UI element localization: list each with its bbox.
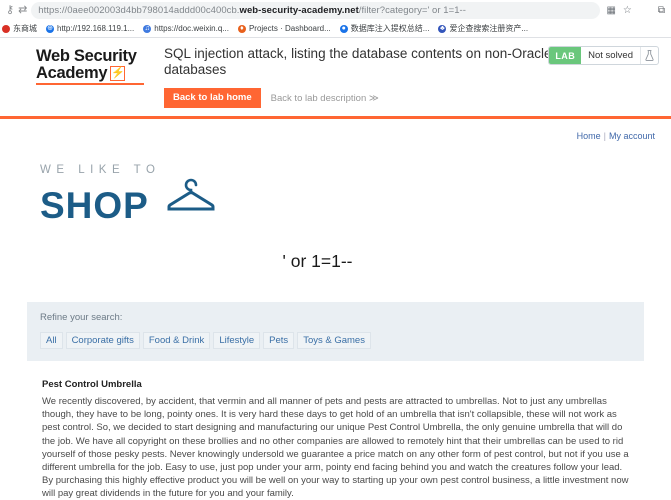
bookmark-label: https://doc.weixin.q... [154,24,229,33]
restore-window-icon[interactable]: ⧉ [658,5,665,16]
refine-search-label: Refine your search: [40,312,123,323]
url-suffix: /filter?category=' or 1=1-- [358,4,466,16]
bookmark-item[interactable]: ♫ https://doc.weixin.q... [143,24,229,33]
bookmark-favicon: ♫ [143,24,152,33]
url-prefix: https://0aee002003d4bb798014addd00c400cb… [38,4,240,16]
bookmark-label: http://192.168.119.1... [57,24,135,33]
bookmark-label: 数据库注入提权总结... [350,24,430,33]
flask-icon-svg [645,50,654,61]
logo-line-2: Academy [36,64,108,82]
home-link[interactable]: Home [577,131,601,141]
bookmark-item[interactable]: ♦ Projects · Dashboard... [237,24,331,33]
product-description: We recently discovered, by accident, tha… [42,396,629,500]
shop-page: Home | My account WE LIKE TO SHOP ' or 1=1… [0,119,671,500]
bookmark-label: 东商城 [13,24,37,33]
back-to-lab-home-button[interactable]: Back to lab home [164,88,261,108]
my-account-link[interactable]: My account [609,131,655,141]
bookmark-favicon: ● [339,24,348,33]
filter-link-corporate-gifts[interactable]: Corporate gifts [65,332,140,349]
web-security-academy-logo[interactable]: Web Security Academy ⚡ [10,44,150,85]
logo-line-1: Web Security [36,47,137,65]
swap-arrows-icon[interactable]: ⇄ [18,4,27,16]
lab-actions: Back to lab home Back to lab description… [164,88,661,108]
bookmark-favicon [2,24,10,33]
filter-link-pets[interactable]: Pets [263,332,295,349]
filter-list: All Corporate gifts Food & Drink Lifesty… [40,332,631,349]
lab-title: SQL injection attack, listing the databa… [164,46,552,77]
url-host: web-security-academy.net [239,4,359,16]
clothes-hanger-icon [161,177,221,222]
bookmark-item[interactable]: ⊕ http://192.168.119.1... [46,24,134,33]
refine-search-panel: Refine your search: All Corporate gifts … [27,302,644,361]
star-icon[interactable]: ☆ [623,5,632,16]
bookmarks-bar: 东商城 ⊕ http://192.168.119.1... ♫ https://… [0,20,671,37]
bookmark-favicon: ♣ [438,24,447,33]
filter-link-lifestyle[interactable]: Lifestyle [213,332,261,349]
shop-logo-word: SHOP [40,185,149,226]
filter-link-toys-games[interactable]: Toys & Games [297,332,371,349]
browser-chrome: ⚷ ⇄ https://0aee002003d4bb798014addd00c4… [0,0,671,38]
filter-link-food-drink[interactable]: Food & Drink [142,332,211,349]
bookmark-item[interactable]: ♣ 爱企查搜索注册资产... [438,23,528,34]
lab-status-text: Not solved [588,50,633,61]
product-item: Pest Control Umbrella We recently discov… [42,379,629,500]
chevron-double-right-icon: ≫ [368,92,379,104]
bookmark-item[interactable]: 东商城 [2,23,37,34]
lab-status-widget[interactable]: LAB Not solved [548,46,659,65]
bookmark-favicon: ⊕ [46,24,54,33]
url-input[interactable]: https://0aee002003d4bb798014addd00c400cb… [31,1,601,19]
flask-icon[interactable] [640,47,658,64]
lightning-bolt-icon: ⚡ [110,66,126,81]
bookmark-label: Projects · Dashboard... [248,24,331,33]
filter-link-all[interactable]: All [40,332,63,349]
shop-top-nav: Home | My account [4,119,667,141]
bookmark-favicon: ♦ [237,24,246,33]
lab-badge: LAB [549,47,582,64]
nav-separator: | [603,131,606,141]
back-to-lab-description-label: Back to lab description [270,92,367,104]
qr-code-icon[interactable]: ▦ [606,5,615,16]
bookmark-label: 爱企查搜索注册资产... [449,24,529,33]
lab-header: Web Security Academy ⚡ SQL injection att… [0,38,671,119]
product-name: Pest Control Umbrella [42,379,142,390]
toolbar-actions: ▦ ☆ [606,5,631,16]
bookmark-item[interactable]: ● 数据库注入提权总结... [339,23,430,34]
search-term-heading: ' or 1=1-- [282,251,353,271]
back-to-lab-description-link[interactable]: Back to lab description ≫ [271,93,379,104]
shield-icon[interactable]: ⚷ [6,4,14,16]
logo-underline [36,83,144,85]
product-list: Pest Control Umbrella We recently discov… [4,361,667,500]
browser-toolbar: ⚷ ⇄ https://0aee002003d4bb798014addd00c4… [0,0,671,20]
shop-logo[interactable]: WE LIKE TO SHOP [4,141,667,225]
shop-logo-tagline: WE LIKE TO [40,164,161,176]
